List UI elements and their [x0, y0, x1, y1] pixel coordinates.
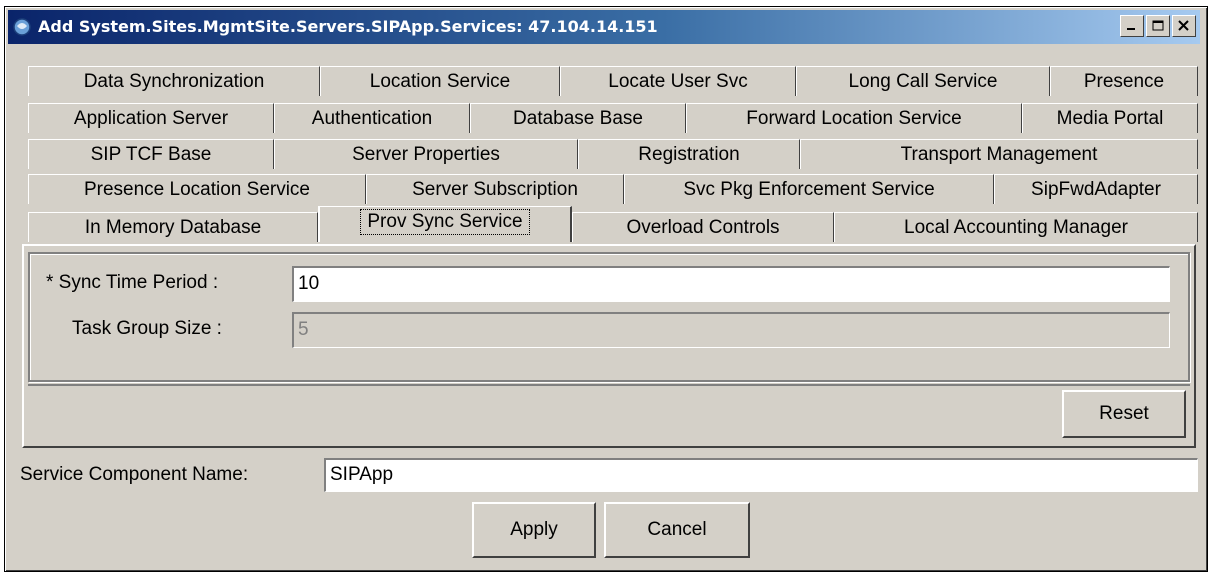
tab-in-memory-database[interactable]: In Memory Database [28, 212, 318, 242]
divider [28, 384, 1190, 386]
tab-long-call-service[interactable]: Long Call Service [796, 66, 1050, 96]
app-icon [12, 17, 32, 37]
tab-server-properties[interactable]: Server Properties [274, 139, 578, 169]
tab-location-service[interactable]: Location Service [320, 66, 560, 96]
tab-local-accounting-manager[interactable]: Local Accounting Manager [834, 212, 1198, 242]
apply-button[interactable]: Apply [472, 502, 596, 558]
minimize-button[interactable] [1120, 15, 1144, 37]
tab-registration[interactable]: Registration [578, 139, 800, 169]
tab-presence[interactable]: Presence [1050, 66, 1198, 96]
tab-media-portal[interactable]: Media Portal [1022, 103, 1198, 133]
close-icon [1178, 20, 1189, 31]
tab-prov-sync-service-label: Prov Sync Service [360, 209, 530, 235]
service-component-name-input[interactable]: SIPApp [324, 458, 1198, 492]
task-group-size-input: 5 [292, 312, 1170, 348]
tab-overload-controls[interactable]: Overload Controls [572, 212, 834, 242]
tab-application-server[interactable]: Application Server [28, 103, 274, 133]
tab-prov-sync-service[interactable]: Prov Sync Service [318, 206, 572, 242]
sync-time-period-input[interactable]: 10 [292, 266, 1170, 302]
tab-authentication[interactable]: Authentication [274, 103, 470, 133]
tab-database-base[interactable]: Database Base [470, 103, 686, 133]
tab-locate-user-svc[interactable]: Locate User Svc [560, 66, 796, 96]
minimize-icon [1127, 28, 1135, 30]
tab-forward-location-service[interactable]: Forward Location Service [686, 103, 1022, 133]
maximize-icon [1152, 20, 1164, 31]
maximize-button[interactable] [1146, 15, 1170, 37]
service-component-name-label: Service Component Name: [20, 464, 249, 485]
title-bar[interactable]: Add System.Sites.MgmtSite.Servers.SIPApp… [8, 10, 1200, 44]
task-group-size-label: Task Group Size : [72, 318, 222, 339]
tab-sipfwdadapter[interactable]: SipFwdAdapter [994, 174, 1198, 204]
sync-time-period-label: * Sync Time Period : [46, 272, 219, 293]
reset-button[interactable]: Reset [1062, 390, 1186, 438]
window-title: Add System.Sites.MgmtSite.Servers.SIPApp… [38, 17, 658, 36]
close-button[interactable] [1172, 15, 1196, 37]
tab-transport-management[interactable]: Transport Management [800, 139, 1198, 169]
cancel-button[interactable]: Cancel [604, 502, 750, 558]
tab-server-subscription[interactable]: Server Subscription [366, 174, 624, 204]
tab-data-synchronization[interactable]: Data Synchronization [28, 66, 320, 96]
tab-presence-location-service[interactable]: Presence Location Service [28, 174, 366, 204]
tab-sip-tcf-base[interactable]: SIP TCF Base [28, 139, 274, 169]
tab-svc-pkg-enforcement-service[interactable]: Svc Pkg Enforcement Service [624, 174, 994, 204]
